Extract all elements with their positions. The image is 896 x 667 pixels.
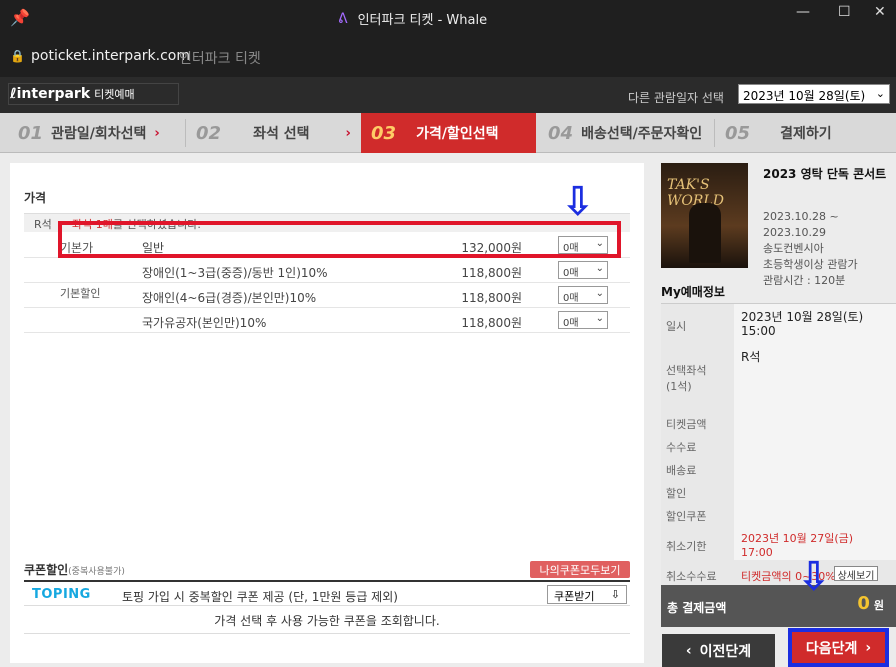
chevron-down-icon: ⌄: [595, 288, 604, 299]
person-logo-icon: ℓ: [10, 86, 17, 102]
step-price[interactable]: 03 가격/할인선택: [361, 113, 536, 153]
detail-button[interactable]: 상세보기: [834, 566, 878, 582]
pin-icon[interactable]: 📌: [10, 8, 30, 27]
performer-figure: [689, 203, 721, 263]
step-delivery[interactable]: 04 배송선택/주문자확인: [536, 113, 714, 153]
price-row: 장애인(1~3급(중증)/동반 1인)10% 118,800원 0매 ⌄: [24, 258, 630, 283]
chevron-down-icon: ⌄: [595, 313, 604, 324]
arrow-down-icon: ⇩: [797, 554, 831, 600]
step-tabs: 01 관람일/회차선택 › 02 좌석 선택 › 03 가격/할인선택 04 배…: [0, 113, 896, 153]
download-icon: ⇩: [610, 588, 620, 601]
get-coupon-button[interactable]: 쿠폰받기 ⇩: [547, 585, 627, 604]
step-payment[interactable]: 05 결제하기: [715, 113, 896, 153]
url-text[interactable]: poticket.interpark.com: [31, 48, 190, 64]
price-section-title: 가격: [24, 191, 47, 205]
total-amount-bar: 총 결제금액 0원: [661, 585, 896, 627]
prev-step-button[interactable]: ‹ 이전단계: [662, 634, 775, 667]
booking-summary: TAK'S WORLD 2023 영탁 단독 콘서트 〈TAK SHOW2: T…: [651, 153, 896, 667]
whale-logo-icon: ᕕ: [338, 10, 348, 27]
coupon-note: 가격 선택 후 사용 가능한 쿠폰을 조회합니다.: [24, 606, 630, 634]
other-date-label: 다른 관람일자 선택: [628, 91, 724, 105]
minimize-icon[interactable]: —: [796, 4, 810, 20]
chevron-left-icon: ‹: [685, 642, 692, 659]
url-page-title: 인터파크 티켓: [179, 51, 261, 67]
arrow-down-icon: ⇩: [561, 179, 595, 225]
lock-icon: 🔒: [10, 49, 25, 63]
chevron-right-icon: ›: [865, 639, 872, 656]
step-date[interactable]: 01 관람일/회차선택 ›: [0, 113, 185, 153]
quantity-select[interactable]: 0매 ⌄: [558, 286, 608, 304]
highlight-box: [58, 221, 621, 258]
quantity-select[interactable]: 0매 ⌄: [558, 261, 608, 279]
concert-info: 2023.10.28 ~ 2023.10.29 송도컨벤시아 초등학생이상 관람…: [763, 210, 858, 287]
next-step-button[interactable]: 다음단계 ›: [788, 628, 889, 667]
concert-poster[interactable]: TAK'S WORLD: [661, 163, 748, 268]
price-row: 장애인(4~6급(경증)/본인만)10% 118,800원 0매 ⌄: [24, 283, 630, 308]
discount-category-label: 기본할인: [60, 287, 101, 300]
maximize-icon[interactable]: ☐: [838, 4, 851, 20]
concert-title: 2023 영탁 단독 콘서트 〈TAK SHOW2: TAK'S: [763, 167, 896, 181]
coupon-title: 쿠폰할인(중복사용불가): [24, 563, 125, 577]
close-icon[interactable]: ✕: [874, 4, 886, 20]
address-bar[interactable]: 🔒 poticket.interpark.com 인터파크 티켓: [0, 36, 896, 77]
chevron-right-icon: ›: [345, 125, 351, 141]
date-select[interactable]: 2023년 10월 28일(토) ⌄: [738, 84, 890, 104]
window-titlebar: 📌 ᕕ 인터파크 티켓 - Whale — ☐ ✕: [0, 0, 896, 36]
value-column: [734, 304, 896, 560]
interpark-logo[interactable]: ℓinterpark 티켓예매: [10, 86, 135, 102]
site-header: ℓinterpark 티켓예매 다른 관람일자 선택 2023년 10월 28일(…: [0, 77, 896, 113]
chevron-down-icon: ⌄: [595, 263, 604, 274]
toping-logo: TOPING: [32, 587, 91, 602]
booking-info-table: 일시 2023년 10월 28일(토) 15:00 선택좌석 (1석) R석 티…: [661, 303, 896, 585]
step-seat[interactable]: 02 좌석 선택 ›: [186, 113, 361, 153]
chevron-right-icon: ›: [154, 125, 160, 141]
quantity-select[interactable]: 0매 ⌄: [558, 311, 608, 329]
coupon-row: TOPING 토핑 가입 시 중복할인 쿠폰 제공 (단, 1만원 등급 제외)…: [24, 580, 630, 606]
window-title: ᕕ 인터파크 티켓 - Whale: [338, 10, 488, 29]
my-coupons-button[interactable]: 나의쿠폰모두보기: [530, 561, 630, 578]
my-booking-title: My예매정보: [661, 285, 725, 299]
seat-grade: R석: [34, 218, 52, 231]
price-row: 국가유공자(본인만)10% 118,800원 0매 ⌄: [24, 308, 630, 333]
chevron-down-icon: ⌄: [875, 87, 885, 100]
